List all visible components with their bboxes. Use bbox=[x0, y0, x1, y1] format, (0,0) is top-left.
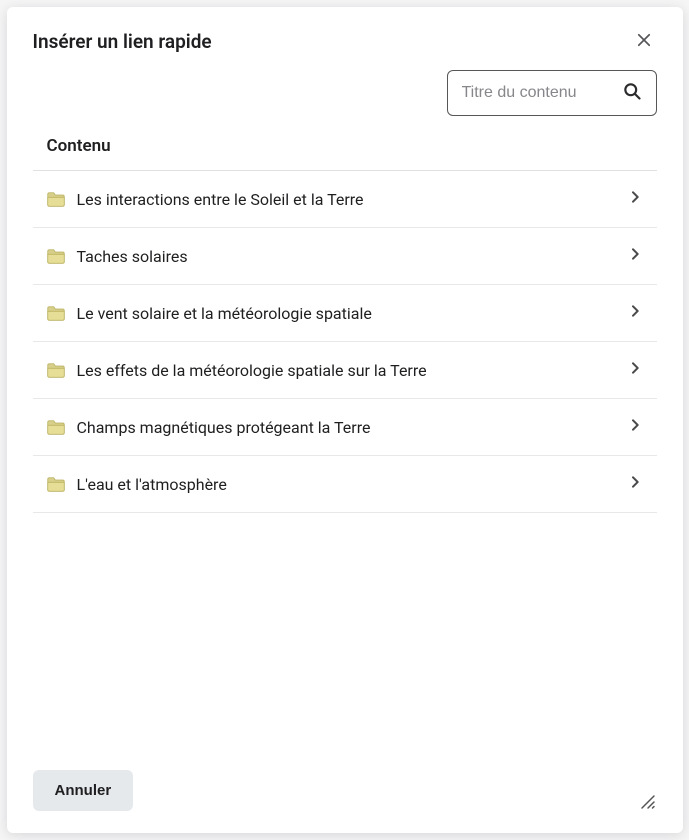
list-item-label: Champs magnétiques protégeant la Terre bbox=[77, 418, 627, 437]
list-item[interactable]: L'eau et l'atmosphère bbox=[33, 456, 657, 513]
list-item-label: Les interactions entre le Soleil et la T… bbox=[77, 190, 627, 209]
folder-icon bbox=[47, 363, 65, 377]
search-row bbox=[33, 70, 657, 116]
modal-header: Insérer un lien rapide bbox=[33, 27, 657, 56]
list-item[interactable]: Taches solaires bbox=[33, 228, 657, 285]
chevron-right-icon bbox=[627, 189, 643, 209]
folder-icon bbox=[47, 249, 65, 263]
quicklink-modal: Insérer un lien rapide Contenu Les inter… bbox=[7, 7, 683, 833]
chevron-right-icon bbox=[627, 417, 643, 437]
list-item-label: Les effets de la météorologie spatiale s… bbox=[77, 361, 627, 380]
chevron-right-icon bbox=[627, 246, 643, 266]
list-item[interactable]: Champs magnétiques protégeant la Terre bbox=[33, 399, 657, 456]
folder-icon bbox=[47, 420, 65, 434]
resize-handle-icon[interactable] bbox=[639, 793, 657, 811]
list-item-label: L'eau et l'atmosphère bbox=[77, 475, 627, 494]
folder-icon bbox=[47, 306, 65, 320]
content-list: Les interactions entre le Soleil et la T… bbox=[33, 171, 657, 513]
close-button[interactable] bbox=[631, 27, 657, 56]
folder-icon bbox=[47, 192, 65, 206]
list-item[interactable]: Le vent solaire et la météorologie spati… bbox=[33, 285, 657, 342]
chevron-right-icon bbox=[627, 474, 643, 494]
chevron-right-icon bbox=[627, 360, 643, 380]
chevron-right-icon bbox=[627, 303, 643, 323]
list-item[interactable]: Les effets de la météorologie spatiale s… bbox=[33, 342, 657, 399]
cancel-button[interactable]: Annuler bbox=[33, 770, 134, 811]
modal-footer: Annuler bbox=[33, 770, 657, 811]
search-input[interactable] bbox=[462, 84, 616, 102]
list-item-label: Le vent solaire et la météorologie spati… bbox=[77, 304, 627, 323]
list-item-label: Taches solaires bbox=[77, 247, 627, 266]
folder-icon bbox=[47, 477, 65, 491]
list-item[interactable]: Les interactions entre le Soleil et la T… bbox=[33, 171, 657, 228]
section-title: Contenu bbox=[33, 130, 657, 171]
close-icon bbox=[635, 31, 653, 52]
modal-title: Insérer un lien rapide bbox=[33, 30, 212, 53]
search-icon bbox=[616, 81, 642, 105]
search-field-wrap[interactable] bbox=[447, 70, 657, 116]
